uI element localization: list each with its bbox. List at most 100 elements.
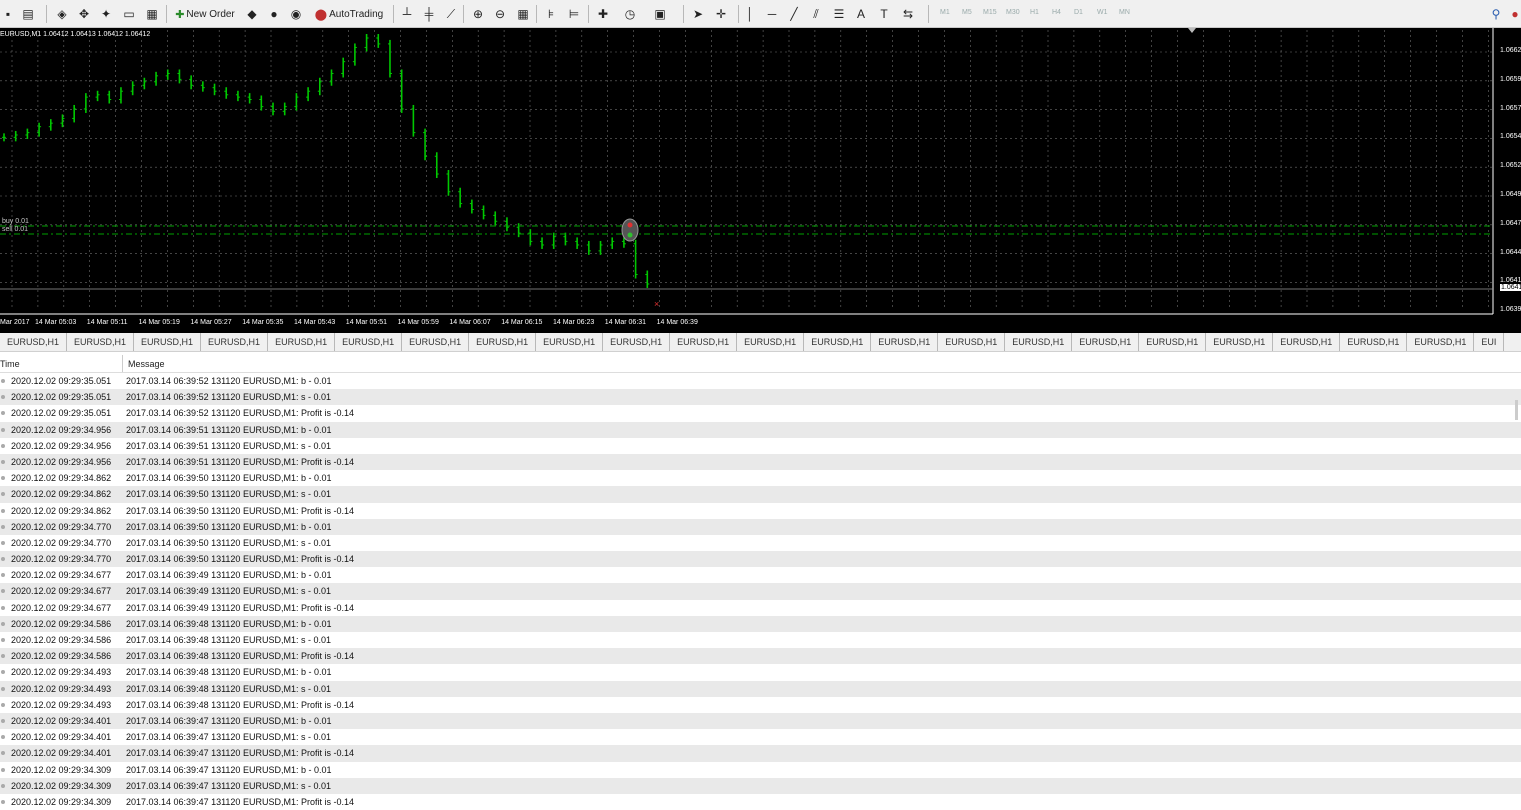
chart-tab[interactable]: EURUSD,H1 — [1340, 333, 1408, 351]
profiles-icon[interactable]: ▤ — [20, 5, 36, 23]
journal-row[interactable]: 2020.12.02 09:29:35.051 2017.03.14 06:39:… — [0, 373, 1521, 389]
journal-row[interactable]: 2020.12.02 09:29:34.677 2017.03.14 06:39:… — [0, 583, 1521, 600]
timeframe-m15[interactable]: M15 — [983, 9, 997, 16]
cursor-icon[interactable]: ➤ — [690, 5, 706, 23]
chart-tab[interactable]: EURUSD,H1 — [134, 333, 202, 351]
chart-tab[interactable]: EURUSD,H1 — [1005, 333, 1073, 351]
chart-tab[interactable]: EURUSD,H1 — [1139, 333, 1207, 351]
chart-shift-icon[interactable]: ⊨ — [566, 5, 582, 23]
journal-row[interactable]: 2020.12.02 09:29:34.770 2017.03.14 06:39:… — [0, 535, 1521, 551]
text-icon[interactable]: A — [853, 5, 869, 23]
new-chart-icon[interactable]: ▪ — [0, 5, 16, 23]
chart-tab[interactable]: EURUSD,H1 — [938, 333, 1006, 351]
journal-row[interactable]: 2020.12.02 09:29:34.677 2017.03.14 06:39:… — [0, 600, 1521, 616]
timeframe-w1[interactable]: W1 — [1097, 9, 1108, 16]
horizontal-line-icon[interactable]: ─ — [764, 5, 780, 23]
chart-tab[interactable]: EURUSD,H1 — [1206, 333, 1274, 351]
indicators-icon[interactable]: ✚ — [595, 5, 611, 23]
chart-tab[interactable]: EURUSD,H1 — [536, 333, 604, 351]
price-chart[interactable]: × EURUSD,M1 1.06412 1.06413 1.06412 1.06… — [0, 28, 1521, 333]
chart-tab[interactable]: EURUSD,H1 — [1407, 333, 1475, 351]
line-chart-icon[interactable]: ⟋ — [443, 5, 459, 23]
chart-tab[interactable]: EURUSD,H1 — [402, 333, 470, 351]
navigator-icon[interactable]: ✥ — [76, 5, 92, 23]
terminal-icon[interactable]: ▭ — [121, 5, 137, 23]
journal-row[interactable]: 2020.12.02 09:29:34.493 2017.03.14 06:39:… — [0, 664, 1521, 680]
chart-tab[interactable]: EURUSD,H1 — [1072, 333, 1140, 351]
timeframe-m30[interactable]: M30 — [1006, 9, 1020, 16]
journal-row[interactable]: 2020.12.02 09:29:34.493 2017.03.14 06:39:… — [0, 680, 1521, 697]
journal-row[interactable]: 2020.12.02 09:29:34.309 2017.03.14 06:39:… — [0, 794, 1521, 810]
journal-row[interactable]: 2020.12.02 09:29:34.493 2017.03.14 06:39:… — [0, 697, 1521, 713]
chart-tab[interactable]: EURUSD,H1 — [469, 333, 537, 351]
journal-row[interactable]: 2020.12.02 09:29:34.862 2017.03.14 06:39:… — [0, 470, 1521, 486]
trendline-icon[interactable]: ╱ — [786, 5, 802, 23]
journal-row[interactable]: 2020.12.02 09:29:34.586 2017.03.14 06:39:… — [0, 615, 1521, 632]
tile-windows-icon[interactable]: ▦ — [515, 5, 531, 23]
chart-tab[interactable]: EURUSD,H1 — [1273, 333, 1341, 351]
templates-icon[interactable]: ▣ — [652, 5, 668, 23]
journal-rows: 2020.12.02 09:29:35.051 2017.03.14 06:39:… — [0, 373, 1521, 810]
timeframe-m1[interactable]: M1 — [940, 9, 950, 16]
text-label-icon[interactable]: T — [876, 5, 892, 23]
column-message[interactable]: Message — [128, 359, 165, 369]
timeframe-d1[interactable]: D1 — [1074, 9, 1083, 16]
journal-row[interactable]: 2020.12.02 09:29:35.051 2017.03.14 06:39:… — [0, 405, 1521, 421]
periods-icon[interactable]: ◷ — [622, 5, 638, 23]
chart-tab[interactable]: EURUSD,H1 — [871, 333, 939, 351]
account-icon[interactable]: ● — [1507, 5, 1521, 23]
journal-row[interactable]: 2020.12.02 09:29:34.401 2017.03.14 06:39:… — [0, 729, 1521, 745]
fibonacci-icon[interactable]: ☰ — [831, 5, 847, 23]
chart-tab[interactable]: EURUSD,H1 — [670, 333, 738, 351]
chart-tab[interactable]: EURUSD,H1 — [804, 333, 872, 351]
journal-row[interactable]: 2020.12.02 09:29:34.770 2017.03.14 06:39:… — [0, 518, 1521, 535]
equidistant-channel-icon[interactable]: ⫽ — [808, 5, 824, 23]
journal-row[interactable]: 2020.12.02 09:29:34.956 2017.03.14 06:39:… — [0, 421, 1521, 438]
bar-chart-icon[interactable]: ┴ — [399, 5, 415, 23]
chart-tab[interactable]: EURUSD,H1 — [0, 333, 68, 351]
journal-row[interactable]: 2020.12.02 09:29:34.401 2017.03.14 06:39:… — [0, 745, 1521, 762]
arrows-icon[interactable]: ⇆ — [900, 5, 916, 23]
journal-row[interactable]: 2020.12.02 09:29:34.586 2017.03.14 06:39:… — [0, 632, 1521, 648]
chart-tab[interactable]: EURUSD,H1 — [67, 333, 135, 351]
trade-marker-dot — [627, 232, 633, 238]
column-time[interactable]: Time — [0, 359, 20, 369]
vertical-line-icon[interactable]: │ — [742, 5, 758, 23]
candlestick-icon[interactable]: ╪ — [421, 5, 437, 23]
journal-row[interactable]: 2020.12.02 09:29:34.862 2017.03.14 06:39:… — [0, 503, 1521, 519]
journal-row[interactable]: 2020.12.02 09:29:34.956 2017.03.14 06:39:… — [0, 453, 1521, 471]
search-icon[interactable]: ⚲ — [1488, 5, 1504, 23]
timeframe-mn[interactable]: MN — [1119, 9, 1130, 16]
journal-row[interactable]: 2020.12.02 09:29:34.401 2017.03.14 06:39:… — [0, 712, 1521, 730]
autoscroll-icon[interactable]: ⊧ — [543, 5, 559, 23]
journal-row[interactable]: 2020.12.02 09:29:34.770 2017.03.14 06:39:… — [0, 551, 1521, 568]
journal-row[interactable]: 2020.12.02 09:29:34.586 2017.03.14 06:39:… — [0, 648, 1521, 665]
timeframe-m5[interactable]: M5 — [962, 9, 972, 16]
autotrading-button[interactable]: ⬤ AutoTrading — [311, 5, 387, 23]
timeframe-h1[interactable]: H1 — [1030, 9, 1039, 16]
market-watch-icon[interactable]: ◈ — [54, 5, 70, 23]
new-order-button[interactable]: ✚ New Order — [172, 5, 238, 23]
chart-tab[interactable]: EUI — [1474, 333, 1505, 351]
chart-tab[interactable]: EURUSD,H1 — [737, 333, 805, 351]
timeframe-h4[interactable]: H4 — [1052, 9, 1061, 16]
chart-tab[interactable]: EURUSD,H1 — [335, 333, 403, 351]
journal-row[interactable]: 2020.12.02 09:29:34.862 2017.03.14 06:39:… — [0, 486, 1521, 503]
journal-row[interactable]: 2020.12.02 09:29:34.309 2017.03.14 06:39:… — [0, 762, 1521, 778]
chart-tab[interactable]: EURUSD,H1 — [201, 333, 269, 351]
journal-row[interactable]: 2020.12.02 09:29:35.051 2017.03.14 06:39:… — [0, 389, 1521, 406]
zoom-out-icon[interactable]: ⊖ — [492, 5, 508, 23]
chart-tab[interactable]: EURUSD,H1 — [603, 333, 671, 351]
signals-icon[interactable]: ◉ — [288, 5, 304, 23]
chart-tab[interactable]: EURUSD,H1 — [268, 333, 336, 351]
zoom-in-icon[interactable]: ⊕ — [470, 5, 486, 23]
journal-row[interactable]: 2020.12.02 09:29:34.956 2017.03.14 06:39:… — [0, 438, 1521, 454]
scrollbar-thumb[interactable] — [1515, 400, 1518, 420]
metaeditor-icon[interactable]: ◆ — [244, 5, 260, 23]
data-window-icon[interactable]: ✦ — [98, 5, 114, 23]
strategy-tester-icon[interactable]: ▦ — [144, 5, 160, 23]
community-icon[interactable]: ● — [266, 5, 282, 23]
journal-row[interactable]: 2020.12.02 09:29:34.677 2017.03.14 06:39:… — [0, 567, 1521, 583]
crosshair-icon[interactable]: ✛ — [713, 5, 729, 23]
journal-row[interactable]: 2020.12.02 09:29:34.309 2017.03.14 06:39:… — [0, 777, 1521, 794]
